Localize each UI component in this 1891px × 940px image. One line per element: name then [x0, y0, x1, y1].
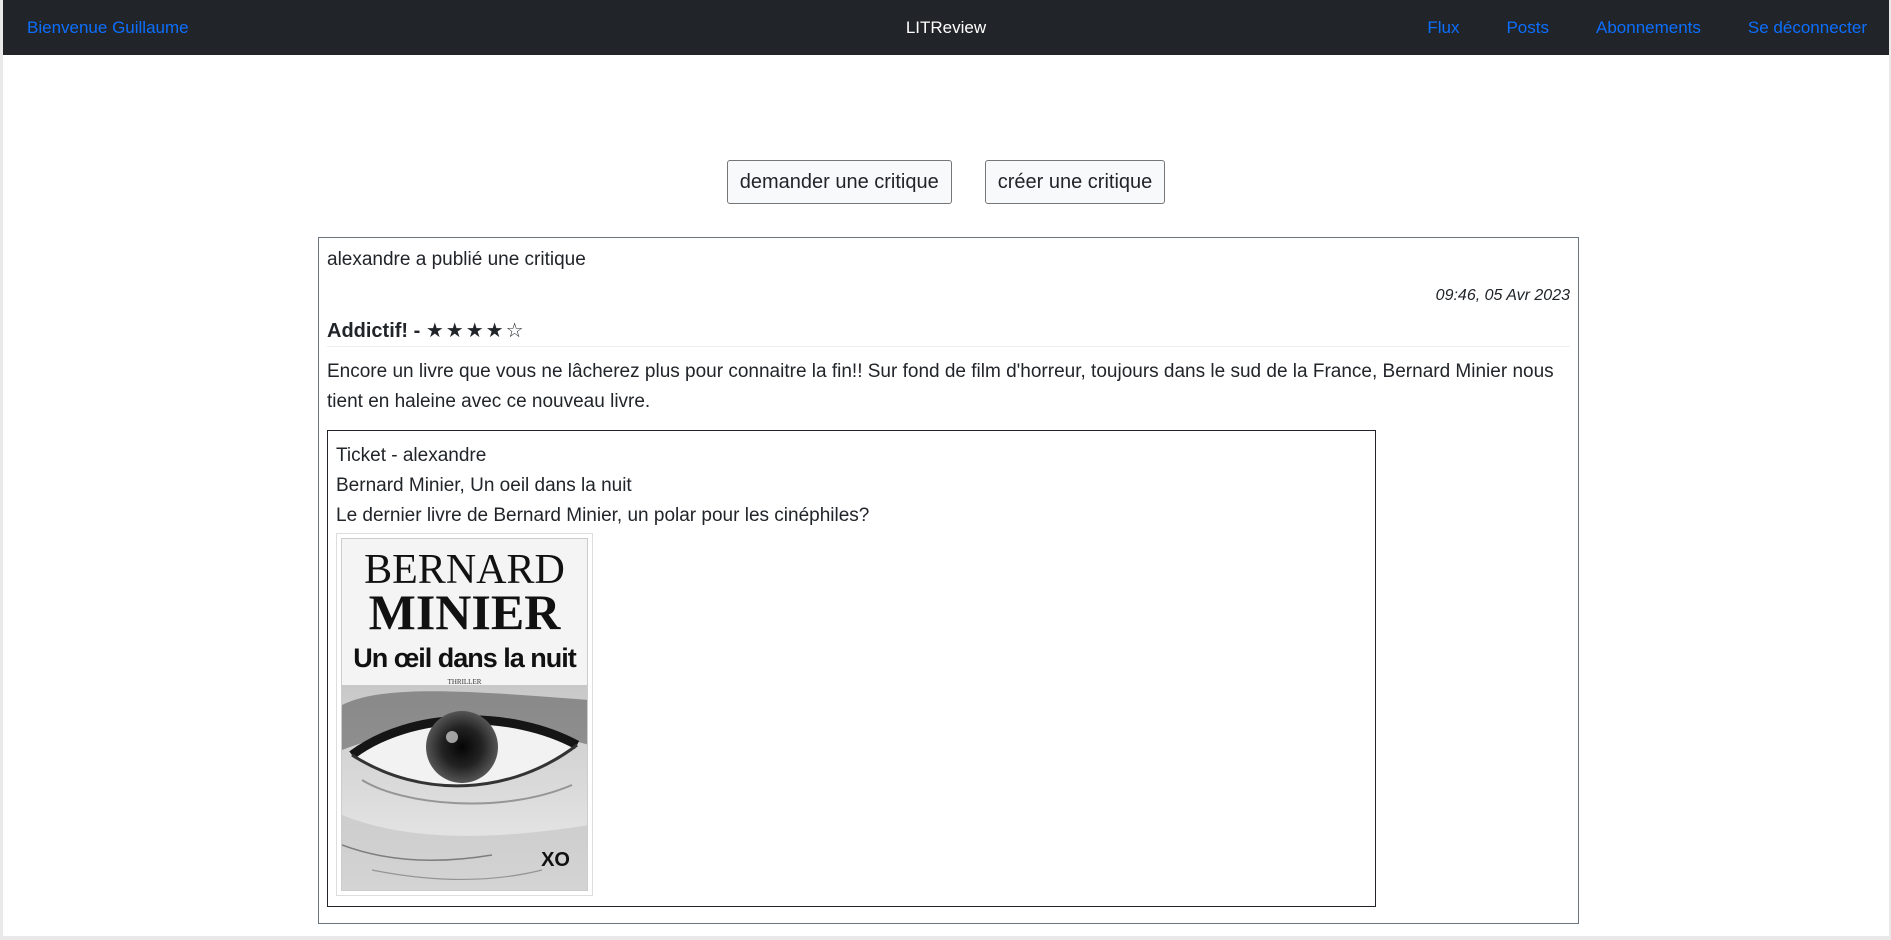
book-cover-image: BERNARD MINIER Un œil dans la nuit THRIL…	[336, 533, 593, 896]
star-rating: ★★★★☆	[425, 320, 526, 342]
book-cover: BERNARD MINIER Un œil dans la nuit THRIL…	[341, 538, 588, 891]
cover-author-last: MINIER	[368, 584, 561, 640]
nav-link-flux[interactable]: Flux	[1427, 18, 1459, 38]
top-navbar: Bienvenue Guillaume LITReview Flux Posts…	[3, 0, 1889, 55]
action-buttons: demander une critique créer une critique	[3, 160, 1889, 204]
ticket-header: Ticket - alexandre	[336, 445, 487, 466]
browser-viewport: Bienvenue Guillaume LITReview Flux Posts…	[3, 0, 1889, 936]
request-review-button[interactable]: demander une critique	[726, 160, 952, 204]
cover-publisher-logo: XO	[541, 849, 570, 871]
review-post: alexandre a publié une critique 09:46, 0…	[318, 237, 1579, 924]
create-review-button[interactable]: créer une critique	[984, 160, 1166, 204]
nav-link-logout[interactable]: Se déconnecter	[1748, 18, 1867, 38]
ticket-book-title: Bernard Minier, Un oeil dans la nuit	[336, 475, 632, 496]
nav-links: Flux Posts Abonnements Se déconnecter	[1427, 18, 1867, 38]
nav-link-abonnements[interactable]: Abonnements	[1596, 18, 1701, 38]
ticket-card: Ticket - alexandre Bernard Minier, Un oe…	[327, 430, 1376, 907]
review-title: Addictif! -	[327, 320, 426, 342]
review-body: Encore un livre que vous ne lâcherez plu…	[327, 361, 1554, 412]
post-timestamp: 09:46, 05 Avr 2023	[1435, 287, 1570, 304]
nav-link-posts[interactable]: Posts	[1506, 18, 1549, 38]
cover-author: BERNARD MINIER	[342, 549, 587, 640]
cover-title: Un œil dans la nuit	[353, 643, 577, 673]
post-header: alexandre a publié une critique	[327, 249, 586, 270]
brand-title[interactable]: LITReview	[906, 18, 986, 37]
welcome-link[interactable]: Bienvenue Guillaume	[27, 18, 189, 38]
ticket-description: Le dernier livre de Bernard Minier, un p…	[336, 505, 870, 526]
review-title-line: Addictif! - ★★★★☆	[327, 318, 1570, 347]
